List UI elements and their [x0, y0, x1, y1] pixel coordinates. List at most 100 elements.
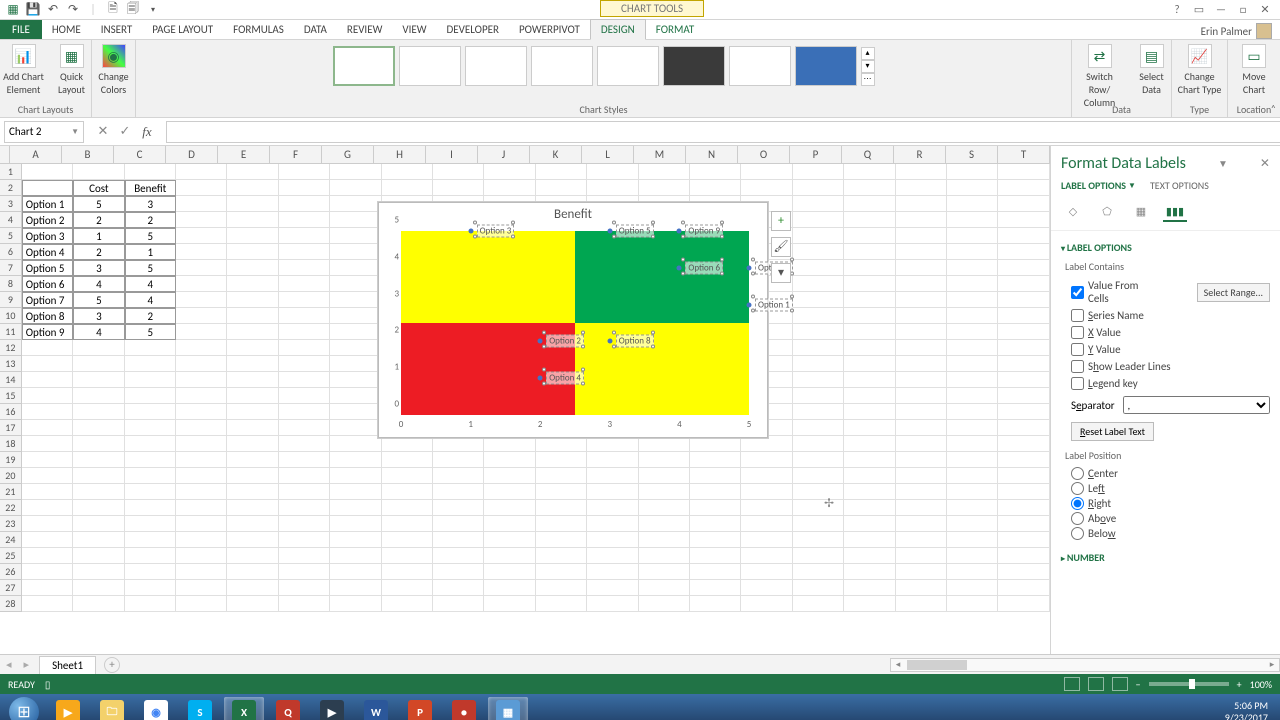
cell-E27[interactable]	[227, 580, 278, 596]
cell-K20[interactable]	[536, 468, 587, 484]
cell-R26[interactable]	[896, 564, 947, 580]
cell-C24[interactable]	[125, 532, 176, 548]
taskbar-powerpoint[interactable]: P	[400, 697, 440, 720]
row-header-18[interactable]: 18	[0, 436, 22, 452]
cell-E28[interactable]	[227, 596, 278, 612]
cell-P7[interactable]	[793, 260, 844, 276]
label-options-icon[interactable]: ▮▮▮	[1163, 202, 1187, 222]
cell-S26[interactable]	[947, 564, 998, 580]
cell-T13[interactable]	[998, 356, 1049, 372]
cell-T10[interactable]	[998, 308, 1049, 324]
cell-P17[interactable]	[793, 420, 844, 436]
pos-right-radio[interactable]	[1071, 497, 1084, 510]
cell-Q10[interactable]	[844, 308, 895, 324]
cell-C21[interactable]	[125, 484, 176, 500]
cell-A22[interactable]	[22, 500, 73, 516]
row-header-6[interactable]: 6	[0, 244, 22, 260]
cell-D12[interactable]	[176, 340, 227, 356]
cell-L21[interactable]	[587, 484, 638, 500]
enter-formula-icon[interactable]: ✓	[116, 124, 134, 140]
tab-home[interactable]: HOME	[42, 20, 91, 39]
row-header-25[interactable]: 25	[0, 548, 22, 564]
cell-E12[interactable]	[227, 340, 278, 356]
cell-T18[interactable]	[998, 436, 1049, 452]
pos-below-radio[interactable]	[1071, 527, 1084, 540]
cell-S2[interactable]	[947, 180, 998, 196]
cell-B26[interactable]	[73, 564, 124, 580]
system-tray[interactable]: 5:06 PM 9/23/2017	[1225, 700, 1276, 720]
col-header-O[interactable]: O	[738, 146, 790, 163]
row-header-15[interactable]: 15	[0, 388, 22, 404]
cell-E21[interactable]	[227, 484, 278, 500]
cell-J20[interactable]	[484, 468, 535, 484]
redo-icon[interactable]: ↷	[66, 3, 80, 17]
cell-T8[interactable]	[998, 276, 1049, 292]
cell-E16[interactable]	[227, 404, 278, 420]
cell-E25[interactable]	[227, 548, 278, 564]
label-options-tab[interactable]: LABEL OPTIONS ▼	[1061, 179, 1136, 192]
cell-G28[interactable]	[330, 596, 381, 612]
cell-Q23[interactable]	[844, 516, 895, 532]
cell-A24[interactable]	[22, 532, 73, 548]
cell-G26[interactable]	[330, 564, 381, 580]
cell-S12[interactable]	[947, 340, 998, 356]
cell-S15[interactable]	[947, 388, 998, 404]
cell-R23[interactable]	[896, 516, 947, 532]
collapse-ribbon-icon[interactable]: ˄	[1271, 102, 1276, 115]
row-header-24[interactable]: 24	[0, 532, 22, 548]
cell-J1[interactable]	[484, 164, 535, 180]
cell-R7[interactable]	[896, 260, 947, 276]
quick-layout-button[interactable]: ▦Quick Layout	[51, 42, 93, 98]
cell-N20[interactable]	[690, 468, 741, 484]
cell-I24[interactable]	[433, 532, 484, 548]
hscroll-left-icon[interactable]: ◂	[891, 659, 905, 670]
worksheet-grid[interactable]: ABCDEFGHIJKLMNOPQRST 12CostBenefit3Optio…	[0, 146, 1050, 654]
page-layout-view-icon[interactable]	[1088, 677, 1104, 691]
cell-R19[interactable]	[896, 452, 947, 468]
cell-E6[interactable]	[227, 244, 278, 260]
cell-S9[interactable]	[947, 292, 998, 308]
data-label[interactable]: Option 3	[477, 225, 515, 238]
cell-D27[interactable]	[176, 580, 227, 596]
cell-F20[interactable]	[279, 468, 330, 484]
cell-L23[interactable]	[587, 516, 638, 532]
cell-C6[interactable]: 1	[125, 244, 176, 260]
data-label[interactable]: Option 1	[755, 298, 793, 311]
sheet-nav-next-icon[interactable]: ▸	[18, 658, 36, 671]
cell-Q26[interactable]	[844, 564, 895, 580]
cell-C2[interactable]: Benefit	[125, 180, 176, 196]
zoom-slider[interactable]	[1149, 682, 1229, 686]
cell-A25[interactable]	[22, 548, 73, 564]
tab-insert[interactable]: INSERT	[91, 20, 143, 39]
cell-J27[interactable]	[484, 580, 535, 596]
cell-E18[interactable]	[227, 436, 278, 452]
cell-P18[interactable]	[793, 436, 844, 452]
zoom-level[interactable]: 100%	[1250, 678, 1272, 691]
cell-S11[interactable]	[947, 324, 998, 340]
row-header-3[interactable]: 3	[0, 196, 22, 212]
cell-D7[interactable]	[176, 260, 227, 276]
cell-I25[interactable]	[433, 548, 484, 564]
cell-D13[interactable]	[176, 356, 227, 372]
cell-M23[interactable]	[639, 516, 690, 532]
cell-I27[interactable]	[433, 580, 484, 596]
cell-A9[interactable]: Option 7	[22, 292, 73, 308]
col-header-G[interactable]: G	[322, 146, 374, 163]
cell-A20[interactable]	[22, 468, 73, 484]
cell-G20[interactable]	[330, 468, 381, 484]
cell-B16[interactable]	[73, 404, 124, 420]
cell-Q18[interactable]	[844, 436, 895, 452]
cell-K27[interactable]	[536, 580, 587, 596]
cell-T1[interactable]	[998, 164, 1049, 180]
cell-R18[interactable]	[896, 436, 947, 452]
cell-A4[interactable]: Option 2	[22, 212, 73, 228]
cell-P9[interactable]	[793, 292, 844, 308]
cell-Q19[interactable]	[844, 452, 895, 468]
cell-D3[interactable]	[176, 196, 227, 212]
cell-S4[interactable]	[947, 212, 998, 228]
cell-B3[interactable]: 5	[73, 196, 124, 212]
cell-B8[interactable]: 4	[73, 276, 124, 292]
cell-G3[interactable]	[330, 196, 381, 212]
data-label[interactable]: Option 5	[616, 225, 654, 238]
cell-O28[interactable]	[741, 596, 792, 612]
